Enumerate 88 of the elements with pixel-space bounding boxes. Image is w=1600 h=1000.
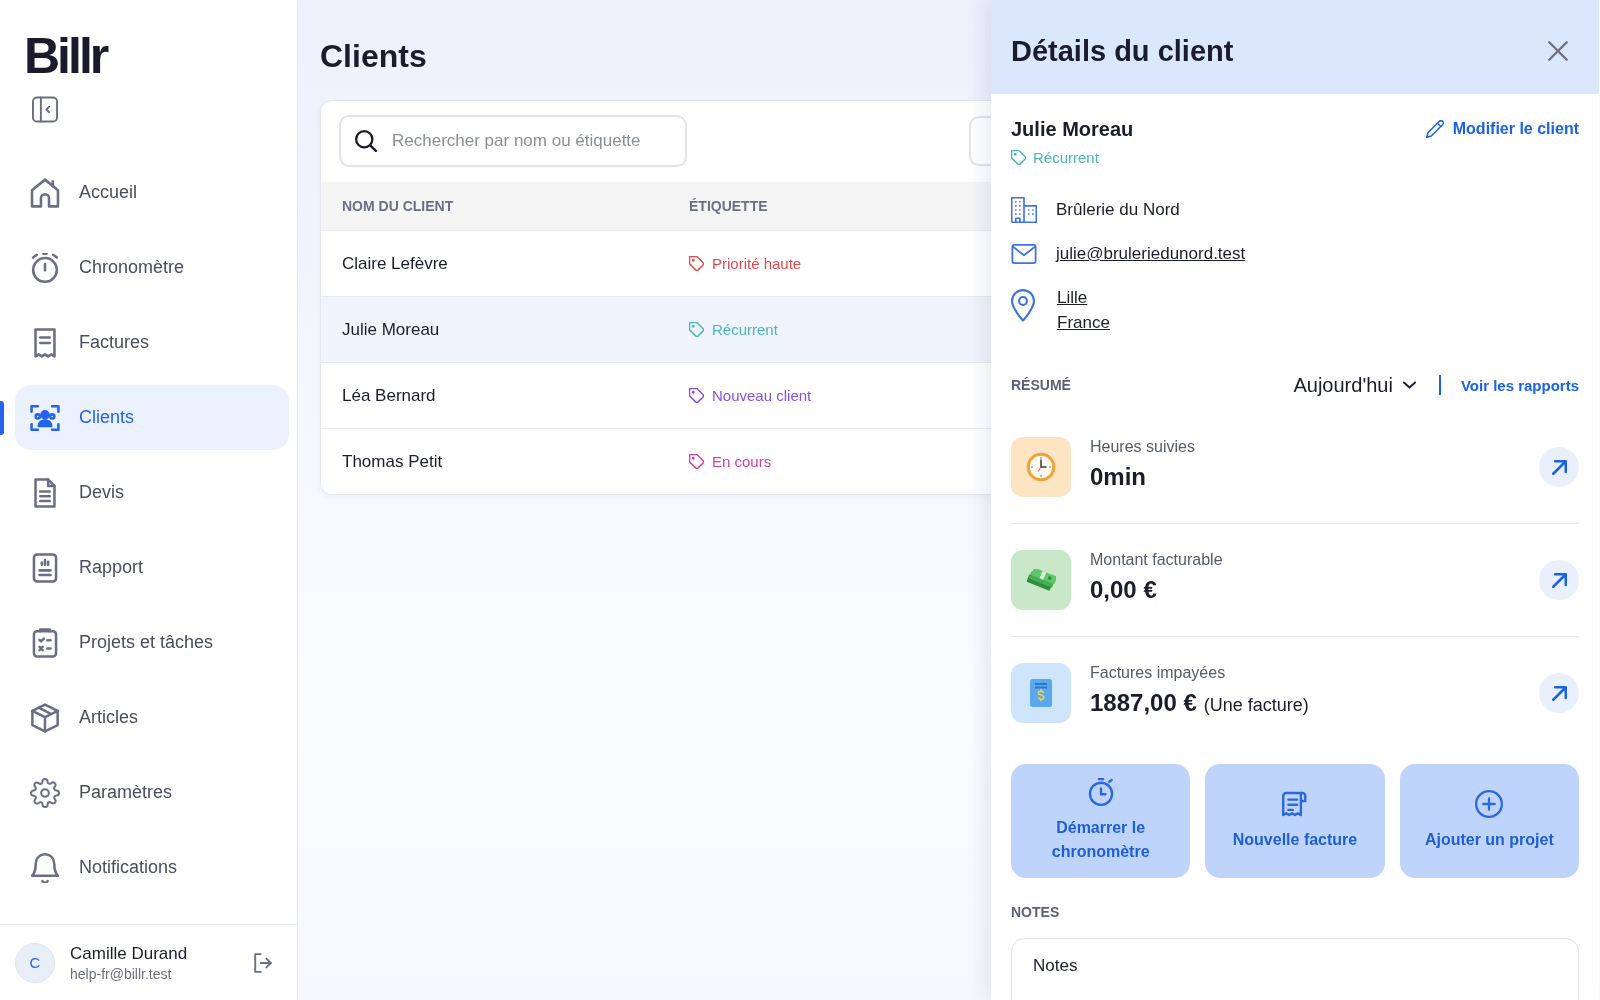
tag-label: Récurrent (712, 321, 778, 338)
stat-label: Heures suivies (1090, 438, 1195, 456)
pencil-icon (1425, 120, 1444, 138)
address-link[interactable]: France (1057, 310, 1110, 335)
settings-icon (30, 777, 60, 808)
stat-label: Factures impayées (1090, 664, 1226, 682)
reports-link[interactable]: Voir les rapports (1460, 376, 1579, 394)
tag-icon (1011, 150, 1026, 165)
nav-item[interactable]: Notifications (15, 835, 289, 900)
box-icon (30, 702, 60, 733)
nav-item[interactable]: Clients (15, 385, 289, 450)
notes-field[interactable]: Notes (1011, 938, 1579, 1000)
action-button[interactable]: Ajouter un projet (1399, 764, 1579, 878)
avatar: C (15, 942, 55, 983)
nav-item[interactable]: Projets et tâches (15, 610, 289, 675)
tag-label: Récurrent (1033, 149, 1099, 166)
stat-value: 0,00 € (1090, 576, 1157, 604)
nav-item[interactable]: Factures (15, 310, 289, 375)
column-header[interactable]: ÉTIQUETTE (689, 198, 768, 214)
bell-icon (30, 852, 60, 883)
tag-label: Nouveau client (712, 387, 812, 404)
logo: Billr (24, 28, 107, 84)
open-stat-button[interactable] (1539, 560, 1579, 600)
checklist-icon (30, 627, 60, 658)
tag-label: Priorité haute (712, 255, 802, 272)
company-name: Brûlerie du Nord (1056, 200, 1180, 220)
invoice-icon (1030, 679, 1052, 707)
search-field[interactable]: Rechercher par nom ou étiquette (339, 115, 687, 167)
stat-note: (Une facture) (1203, 695, 1309, 716)
tag-icon (689, 322, 704, 337)
arrow-up-right-icon (1551, 685, 1567, 701)
user-email: help-fr@billr.test (70, 965, 173, 982)
arrow-up-right-icon (1551, 572, 1567, 588)
collapse-sidebar-icon[interactable] (32, 96, 58, 123)
stopwatch-icon (30, 252, 60, 283)
nav-item[interactable]: Rapport (15, 535, 289, 600)
period-dropdown[interactable]: Aujourd'hui (1293, 373, 1416, 397)
email-link[interactable]: julie@bruleriedunord.test (1056, 244, 1246, 264)
add-icon (1475, 790, 1504, 818)
active-indicator (0, 400, 4, 435)
money-icon (1026, 569, 1056, 591)
close-icon[interactable] (1548, 41, 1568, 61)
section-label: NOTES (1011, 903, 1060, 921)
client-name: Claire Lefèvre (342, 253, 448, 274)
logout-icon[interactable] (253, 952, 273, 973)
stat-value: 0min (1090, 463, 1146, 491)
client-name: Léa Bernard (342, 385, 436, 406)
stat-value: 1887,00 € (1090, 689, 1197, 717)
open-stat-button[interactable] (1539, 673, 1579, 713)
clock-icon (1026, 452, 1056, 482)
nav-item[interactable]: Articles (15, 685, 289, 750)
chevron-down-icon (1402, 381, 1416, 389)
stopwatch-icon (1086, 778, 1115, 806)
tag-icon (689, 256, 704, 271)
client-name: Thomas Petit (342, 451, 443, 472)
tag-label: En cours (712, 453, 772, 470)
table-row[interactable]: Thomas Petit En cours (321, 428, 991, 494)
receipt-icon (1281, 790, 1309, 818)
action-button[interactable]: Nouvelle facture (1205, 764, 1385, 878)
nav-item[interactable]: Paramètres (15, 760, 289, 825)
client-name: Julie Moreau (1011, 117, 1134, 141)
page-title: Clients (320, 37, 427, 76)
home-icon (30, 177, 60, 208)
user-name: Camille Durand (70, 943, 188, 964)
search-icon (355, 130, 377, 152)
table-row[interactable]: Léa Bernard Nouveau client (321, 362, 991, 428)
action-button[interactable]: Démarrer le chronomètre (1011, 764, 1191, 878)
tag-icon (689, 388, 704, 403)
tag-icon (689, 454, 704, 469)
panel-title: Détails du client (1011, 34, 1234, 68)
section-label: RÉSUMÉ (1011, 377, 1071, 393)
nav-item[interactable]: Chronomètre (15, 235, 289, 300)
table-row[interactable]: Claire Lefèvre Priorité haute (321, 230, 991, 296)
client-name: Julie Moreau (342, 319, 440, 340)
column-header[interactable]: NOM DU CLIENT (342, 198, 454, 214)
address-link[interactable]: Lille (1057, 285, 1088, 310)
location-pin-icon (1011, 289, 1035, 322)
arrow-up-right-icon (1551, 459, 1567, 475)
stat-label: Montant facturable (1090, 551, 1223, 569)
nav-item[interactable]: Accueil (15, 160, 289, 225)
people-scan-icon (30, 402, 60, 433)
mail-icon (1011, 244, 1037, 264)
report-icon (30, 552, 60, 583)
table-row[interactable]: Julie Moreau Récurrent (321, 296, 991, 362)
building-icon (1011, 197, 1037, 223)
edit-client-link[interactable]: Modifier le client (1425, 120, 1579, 138)
open-stat-button[interactable] (1539, 447, 1579, 487)
nav-item[interactable]: Devis (15, 460, 289, 525)
